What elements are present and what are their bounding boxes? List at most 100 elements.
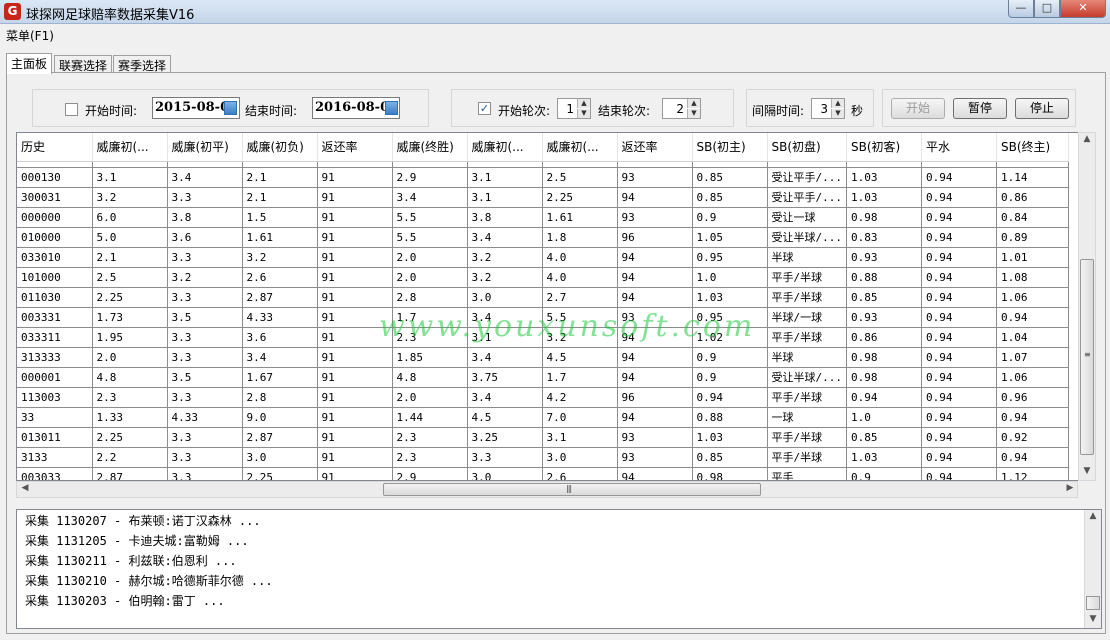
table-row[interactable]: 011030 2.25 3.3 2.87 91 2.8 3.0 2.7 94 1.03 平手/半球 0… [17, 287, 1069, 308]
spin-down-icon[interactable]: ▼ [687, 109, 700, 118]
column-header[interactable]: 威廉初(... [467, 133, 543, 162]
table-row[interactable]: 000130 3.1 3.4 2.1 91 2.9 3.1 2.5 93 0.85 受让平手/...… [17, 167, 1069, 188]
calendar-icon[interactable] [385, 101, 398, 115]
table-cell: 2.0 [392, 267, 468, 288]
table-cell: 4.0 [542, 247, 618, 268]
spin-up-icon[interactable]: ▲ [831, 99, 844, 108]
table-cell: 平手 [767, 467, 847, 480]
column-header[interactable]: 威廉(终胜) [392, 133, 468, 162]
end-round-stepper[interactable]: 2 ▲ ▼ [662, 98, 701, 119]
close-button[interactable]: ✕ [1060, 0, 1106, 18]
vertical-scroll-thumb[interactable]: ≡ [1080, 259, 1094, 455]
table-cell: 94 [617, 287, 693, 308]
table-cell: 0.83 [846, 227, 922, 248]
table-row[interactable]: 013011 2.25 3.3 2.87 91 2.3 3.25 3.1 93 1.03 平手/半球… [17, 427, 1069, 448]
column-header[interactable]: 威廉初(... [92, 133, 168, 162]
tab-season-select[interactable]: 赛季选择 [113, 55, 171, 73]
spin-down-icon[interactable]: ▼ [831, 109, 844, 118]
column-header[interactable]: SB(初客) [846, 133, 922, 162]
table-cell: 3.4 [242, 347, 318, 368]
start-round-stepper[interactable]: 1 ▲ ▼ [557, 98, 591, 119]
minimize-button[interactable]: — [1008, 0, 1034, 18]
table-row[interactable]: 3133 2.2 3.3 3.0 91 2.3 3.3 3.0 93 0.85 平手/半球 1.03 0… [17, 447, 1069, 468]
tab-league-select[interactable]: 联赛选择 [54, 55, 112, 73]
column-header[interactable]: 威廉(初负) [242, 133, 318, 162]
table-cell: 313333 [17, 347, 93, 368]
table-row[interactable]: 313333 2.0 3.3 3.4 91 1.85 3.4 4.5 94 0.9 半球 0.98 0.… [17, 347, 1069, 368]
table-cell: 3.3 [167, 387, 243, 408]
table-cell: 0.9 [692, 207, 768, 228]
interval-stepper[interactable]: 3 ▲ ▼ [811, 98, 845, 119]
column-header[interactable]: SB(初盘) [767, 133, 847, 162]
stop-button[interactable]: 停止 [1015, 98, 1069, 119]
end-round-value: 2 [676, 102, 684, 116]
table-cell: 2.6 [242, 267, 318, 288]
log-scrollbar[interactable]: ▲ ▼ [1084, 510, 1101, 628]
grip-icon: ≡ [1084, 350, 1091, 359]
spin-up-icon[interactable]: ▲ [577, 99, 590, 108]
scroll-left-icon[interactable]: ◀ [17, 483, 33, 493]
table-cell: 91 [317, 387, 393, 408]
column-header[interactable]: 威廉初(... [542, 133, 618, 162]
table-row[interactable]: 003033 2.87 3.3 2.25 91 2.9 3.0 2.6 94 0.98 平手 0.9 0… [17, 467, 1069, 480]
start-button[interactable]: 开始 [891, 98, 945, 119]
table-row[interactable]: 33 1.33 4.33 9.0 91 1.44 4.5 7.0 94 0.88 一球 1.0 0.94… [17, 407, 1069, 428]
pause-button[interactable]: 暂停 [953, 98, 1007, 119]
scroll-up-icon[interactable]: ▲ [1085, 511, 1101, 521]
table-cell: 1.14 [996, 167, 1069, 188]
column-header[interactable]: SB(终主) [996, 133, 1069, 162]
column-header[interactable]: 威廉(初平) [167, 133, 243, 162]
spin-up-icon[interactable]: ▲ [687, 99, 700, 108]
column-header[interactable]: 返还率 [617, 133, 693, 162]
table-cell: 1.03 [846, 187, 922, 208]
calendar-icon[interactable] [224, 101, 237, 115]
interval-unit-label: 秒 [851, 104, 864, 118]
log-scroll-thumb[interactable] [1086, 596, 1100, 610]
table-cell: 平手/半球 [767, 387, 847, 408]
scroll-right-icon[interactable]: ▶ [1062, 483, 1078, 493]
horizontal-scroll-thumb[interactable]: ||| [383, 483, 761, 496]
table-row[interactable]: 000001 4.8 3.5 1.67 91 4.8 3.75 1.7 94 0.9 受让半球/..… [17, 367, 1069, 388]
table-row[interactable]: 300031 3.2 3.3 2.1 91 3.4 3.1 2.25 94 0.85 受让平手/..… [17, 187, 1069, 208]
grid-horizontal-scrollbar[interactable]: ◀ ||| ▶ [16, 481, 1078, 498]
table-cell: 94 [617, 327, 693, 348]
table-cell: 0.94 [921, 387, 997, 408]
table-row[interactable]: 033010 2.1 3.3 3.2 91 2.0 3.2 4.0 94 0.95 半球 0.93 0.… [17, 247, 1069, 268]
table-row[interactable]: 101000 2.5 3.2 2.6 91 2.0 3.2 4.0 94 1.0 平手/半球 0.88… [17, 267, 1069, 288]
table-row[interactable]: 033311 1.95 3.3 3.6 91 2.3 3.1 3.2 94 1.02 平手/半球 0.… [17, 327, 1069, 348]
spin-down-icon[interactable]: ▼ [577, 109, 590, 118]
start-time-checkbox[interactable] [65, 103, 78, 116]
table-cell: 2.5 [92, 267, 168, 288]
table-cell: 91 [317, 347, 393, 368]
odds-data-grid[interactable]: 历史 威廉初(... 威廉(初平) 威廉(初负) 返还率 威廉(终胜) 威廉初(... 威廉初… [16, 132, 1090, 481]
table-cell: 94 [617, 187, 693, 208]
column-header[interactable]: 平水 [921, 133, 997, 162]
table-cell: 1.08 [996, 267, 1069, 288]
scroll-down-icon[interactable]: ▼ [1079, 466, 1095, 476]
start-round-checkbox[interactable]: ✓ [478, 102, 491, 115]
table-cell: 1.03 [846, 447, 922, 468]
log-line: 采集 1130210 - 赫尔城:哈德斯菲尔德 ... [25, 574, 273, 588]
scroll-down-icon[interactable]: ▼ [1085, 614, 1101, 624]
tab-main-panel[interactable]: 主面板 [6, 53, 52, 74]
table-row[interactable]: 010000 5.0 3.6 1.61 91 5.5 3.4 1.8 96 1.05 受让半球/..… [17, 227, 1069, 248]
table-row[interactable]: 003331 1.73 3.5 4.33 91 1.7 3.4 5.5 93 0.95 半球/一球 0… [17, 307, 1069, 328]
column-header[interactable]: SB(初主) [692, 133, 768, 162]
maximize-button[interactable]: □ [1034, 0, 1060, 18]
interval-label: 间隔时间: [752, 104, 805, 118]
menu-item-main[interactable]: 菜单(F1) [6, 27, 54, 44]
grid-vertical-scrollbar[interactable]: ▲ ≡ ▼ [1078, 132, 1096, 481]
table-cell: 1.33 [92, 407, 168, 428]
table-cell: 93 [617, 307, 693, 328]
column-header[interactable]: 历史 [17, 133, 93, 162]
table-cell: 0.94 [921, 167, 997, 188]
table-cell: 000000 [17, 207, 93, 228]
log-output[interactable]: ▲ ▼ 采集 1130207 - 布莱顿:诺丁汉森林 ... 采集 1131205… [16, 509, 1102, 629]
table-cell: 3.3 [167, 287, 243, 308]
table-row[interactable]: 000000 6.0 3.8 1.5 91 5.5 3.8 1.61 93 0.9 受让一球 0.98… [17, 207, 1069, 228]
table-row[interactable]: 113003 2.3 3.3 2.8 91 2.0 3.4 4.2 96 0.94 平手/半球 0.9… [17, 387, 1069, 408]
scroll-up-icon[interactable]: ▲ [1079, 134, 1095, 144]
table-cell: 2.87 [242, 287, 318, 308]
column-header[interactable]: 返还率 [317, 133, 393, 162]
table-cell: 平手/半球 [767, 287, 847, 308]
